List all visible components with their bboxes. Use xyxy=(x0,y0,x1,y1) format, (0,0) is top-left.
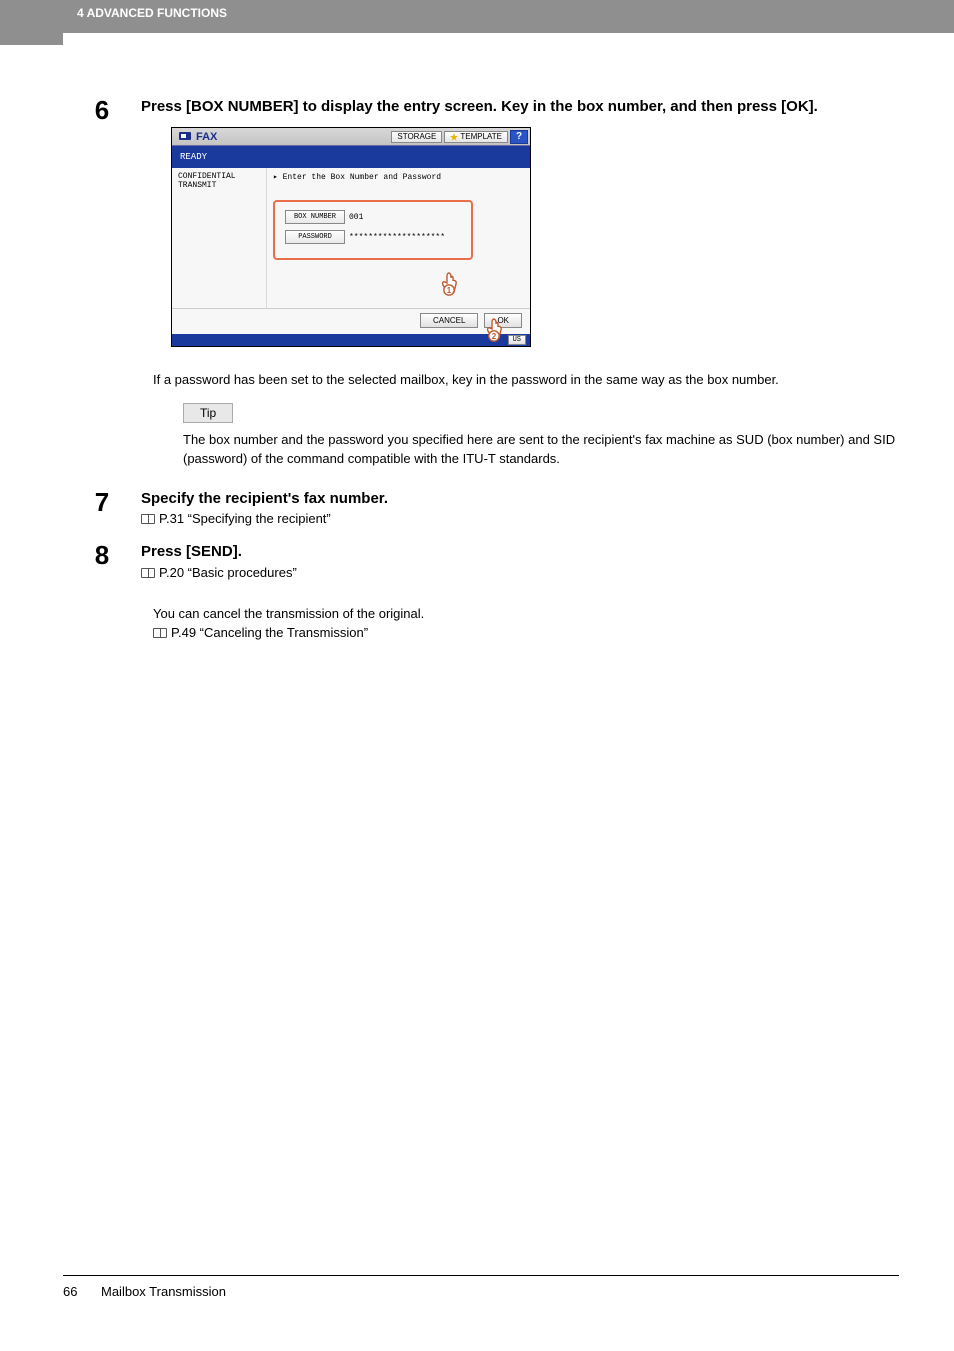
chapter-header: 4 ADVANCED FUNCTIONS xyxy=(63,0,954,33)
step-8-number: 8 xyxy=(63,540,141,568)
svg-text:1: 1 xyxy=(447,286,452,295)
pointer-1: 1 xyxy=(435,270,463,298)
storage-button[interactable]: STORAGE xyxy=(391,131,442,143)
footer-title: Mailbox Transmission xyxy=(101,1284,226,1299)
book-icon xyxy=(141,514,155,524)
fax-side-label: CONFIDENTIAL TRANSMIT xyxy=(172,168,267,308)
page-footer: 66 Mailbox Transmission xyxy=(63,1275,899,1299)
star-icon xyxy=(450,133,458,141)
cancel-button[interactable]: CANCEL xyxy=(420,313,478,328)
fax-titlebar: FAX STORAGE TEMPLATE ? xyxy=(172,128,530,146)
fax-fields-highlight: BOX NUMBER 001 PASSWORD ****************… xyxy=(273,200,473,260)
fax-title-text: FAX xyxy=(196,131,217,143)
cancel-ref: P.49 “Canceling the Transmission” xyxy=(153,623,899,643)
box-number-button[interactable]: BOX NUMBER xyxy=(285,210,345,224)
page-number: 66 xyxy=(63,1284,85,1299)
chapter-title: 4 ADVANCED FUNCTIONS xyxy=(77,6,227,20)
fax-ready-bar: READY xyxy=(172,146,530,168)
step-8-ref: P.20 “Basic procedures” xyxy=(141,565,899,580)
step-8: 8 Press [SEND]. P.20 “Basic procedures” xyxy=(63,540,899,583)
fax-status-bar: US xyxy=(172,334,530,346)
step-7-number: 7 xyxy=(63,487,141,515)
help-button[interactable]: ? xyxy=(510,130,528,144)
tip-label: Tip xyxy=(183,403,233,423)
box-number-value: 001 xyxy=(349,213,363,222)
cancel-line: You can cancel the transmission of the o… xyxy=(153,604,899,624)
sidebar-margin xyxy=(0,0,63,45)
cancel-block: You can cancel the transmission of the o… xyxy=(153,604,899,643)
password-button[interactable]: PASSWORD xyxy=(285,230,345,244)
status-button[interactable]: US xyxy=(508,335,526,345)
step-6-title: Press [BOX NUMBER] to display the entry … xyxy=(141,97,899,117)
fax-instruction: ▸ Enter the Box Number and Password xyxy=(273,172,524,182)
fax-screenshot: FAX STORAGE TEMPLATE ? xyxy=(171,127,899,347)
book-icon xyxy=(153,628,167,638)
tip-box: Tip xyxy=(183,403,899,423)
fax-icon xyxy=(178,131,192,143)
pointer-2: 2 xyxy=(480,316,508,344)
after-screenshot-text: If a password has been set to the select… xyxy=(153,371,899,389)
svg-text:2: 2 xyxy=(492,332,497,341)
template-button[interactable]: TEMPLATE xyxy=(444,131,508,143)
step-8-title: Press [SEND]. xyxy=(141,542,899,562)
step-6: 6 Press [BOX NUMBER] to display the entr… xyxy=(63,95,899,365)
book-icon xyxy=(141,568,155,578)
step-6-number: 6 xyxy=(63,95,141,123)
password-value: ******************** xyxy=(349,233,445,242)
step-7-ref: P.31 “Specifying the recipient” xyxy=(141,511,899,526)
fax-logo: FAX xyxy=(172,131,223,143)
ready-label: READY xyxy=(180,152,207,162)
step-7-title: Specify the recipient's fax number. xyxy=(141,489,899,509)
step-7: 7 Specify the recipient's fax number. P.… xyxy=(63,487,899,530)
tip-text: The box number and the password you spec… xyxy=(183,431,899,469)
